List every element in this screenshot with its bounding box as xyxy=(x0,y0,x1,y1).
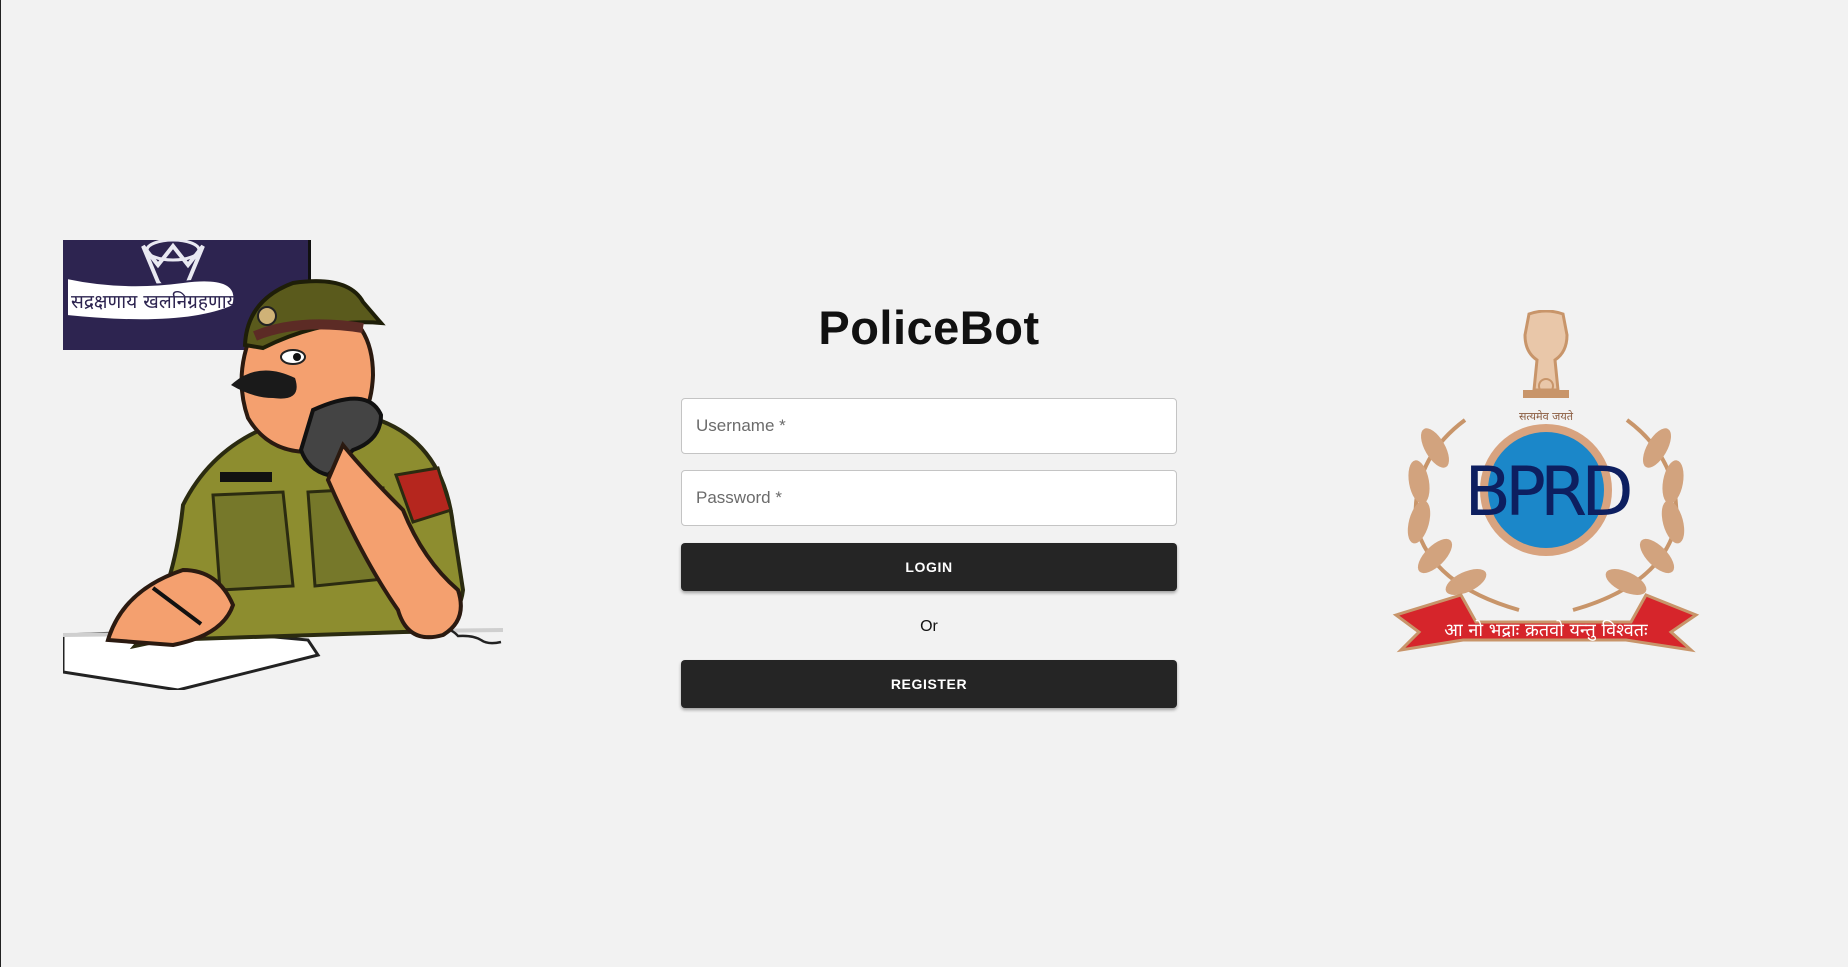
or-separator: Or xyxy=(920,618,938,635)
username-input[interactable] xyxy=(681,398,1177,454)
name-plate xyxy=(220,472,272,482)
sign-text: सद्रक्षणाय खलनिग्रहणाय xyxy=(71,290,239,313)
bprd-logo-text: BPRD xyxy=(1464,453,1630,532)
register-button[interactable]: REGISTER xyxy=(681,660,1177,708)
password-input[interactable] xyxy=(681,470,1177,526)
login-button[interactable]: LOGIN xyxy=(681,543,1177,591)
ribbon-text: आ नो भद्राः क्रतवो यन्तु विश्वतः xyxy=(1444,619,1648,641)
bprd-emblem: सत्यमेव जयते BPRD आ नो भद्राः क्रतवो यन्… xyxy=(1392,310,1700,653)
page-title: PoliceBot xyxy=(818,301,1040,354)
motto-top: सत्यमेव जयते xyxy=(1519,410,1574,423)
login-form: PoliceBot LOGIN Or REGISTER xyxy=(681,300,1177,708)
police-officer-illustration: सद्रक्षणाय खलनिग्रहणाय xyxy=(63,240,504,690)
login-page: सद्रक्षणाय खलनिग्रहणाय PoliceBot LOGIN O… xyxy=(0,0,1848,967)
